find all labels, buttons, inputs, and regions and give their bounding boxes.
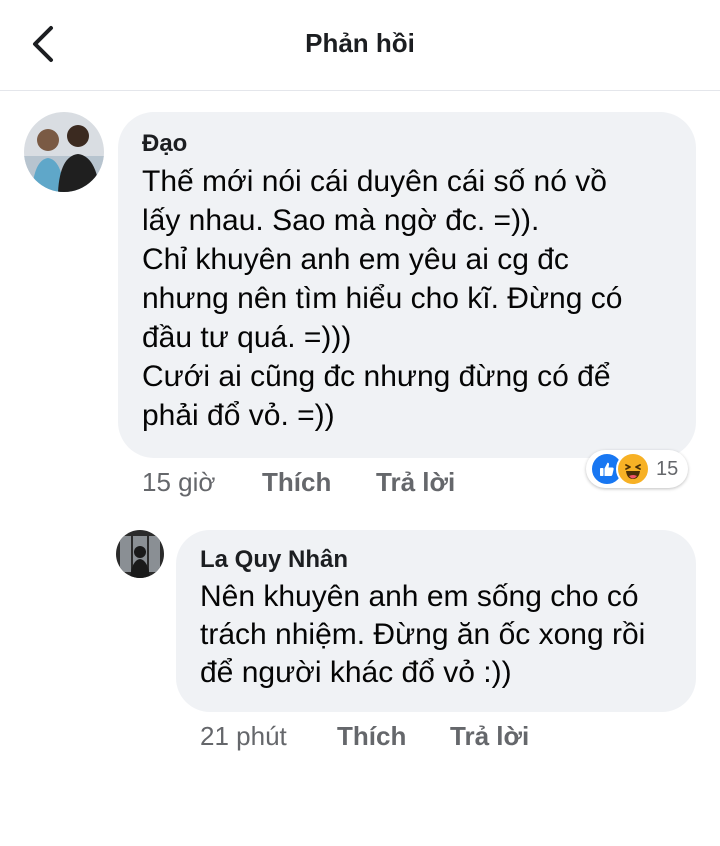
comment-bubble: La Quy Nhân Nên khuyên anh em sống cho c… (176, 530, 696, 712)
comment-actions: 15 giờ Thích Trả lời (142, 467, 462, 499)
like-button[interactable]: Thích (337, 721, 406, 752)
avatar[interactable] (24, 112, 104, 192)
page-title: Phản hồi (305, 28, 415, 58)
comment-actions: 21 phút Thích Trả lời (200, 721, 540, 753)
header-bar: Phản hồi (0, 0, 720, 91)
avatar-photo-icon (24, 112, 104, 192)
reaction-count: 15 (656, 457, 679, 480)
like-button[interactable]: Thích (262, 467, 331, 498)
reply-button[interactable]: Trả lời (450, 721, 529, 752)
reply-button[interactable]: Trả lời (376, 467, 455, 498)
avatar[interactable] (116, 530, 164, 578)
avatar-photo-icon (116, 530, 164, 578)
reaction-summary[interactable]: 15 (586, 450, 688, 488)
comment-timestamp[interactable]: 15 giờ (142, 467, 215, 498)
comment-text: Thế mới nói cái duyên cái số nó vồ lấy n… (142, 165, 623, 432)
comment-timestamp[interactable]: 21 phút (200, 721, 287, 752)
comment-author[interactable]: Đạo (142, 130, 672, 158)
comment-text: Nên khuyên anh em sống cho có trách nhiệ… (200, 580, 646, 689)
haha-icon (616, 452, 650, 486)
comment-bubble: Đạo Thế mới nói cái duyên cái số nó vồ l… (118, 112, 696, 458)
comment-author[interactable]: La Quy Nhân (200, 546, 672, 574)
